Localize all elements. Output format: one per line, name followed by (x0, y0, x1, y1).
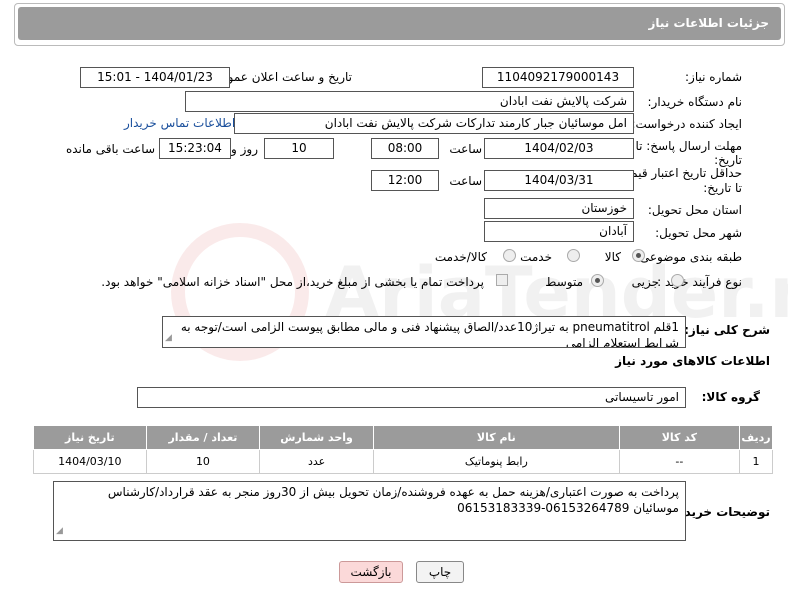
category-option-goods: کالا (604, 250, 621, 264)
goods-group-label: گروه کالا: (701, 390, 760, 404)
reply-deadline-label-1: مهلت ارسال پاسخ: تا (635, 139, 742, 153)
col-name: نام کالا (372, 425, 620, 450)
goods-group-field: امور تاسیساتی (137, 387, 686, 408)
remaining-label: ساعت باقی مانده (65, 142, 155, 156)
category-radio-service[interactable] (567, 249, 580, 262)
category-label: طبقه بندی موضوعی: (635, 250, 742, 264)
header-panel: جزئیات اطلاعات نیاز (14, 3, 785, 46)
cell-row: 1 (738, 449, 774, 474)
reply-time-field: 08:00 (371, 138, 439, 159)
cell-qty: 10 (145, 449, 261, 474)
col-date: تاریخ نیاز (33, 425, 147, 450)
cell-code: -- (618, 449, 740, 474)
process-option-minor: جزیی (631, 275, 659, 289)
table-row: 1 -- رابط پنوماتیک عدد 10 1404/03/10 (33, 449, 774, 474)
price-valid-time-field: 12:00 (371, 170, 439, 191)
province-field: خوزستان (484, 198, 634, 219)
col-row: ردیف (738, 425, 774, 450)
city-field: آبادان (484, 221, 634, 242)
reply-date-field: 1404/02/03 (484, 138, 634, 159)
description-text: 1قلم pneumatitrol به تیراژ10عدد/الصاق پی… (180, 320, 679, 348)
goods-table-header: ردیف کد کالا نام کالا واحد شمارش تعداد /… (33, 425, 774, 450)
buyer-contact-link[interactable]: اطلاعات تماس خریدار (124, 116, 235, 130)
process-radio-minor[interactable] (671, 274, 684, 287)
price-valid-date-field: 1404/03/31 (484, 170, 634, 191)
process-label: نوع فرآیند خرید : (657, 275, 742, 289)
description-label: شرح کلی نیاز: (684, 323, 770, 337)
treasury-payment-checkbox[interactable] (496, 274, 508, 286)
price-valid-label-1: حداقل تاریخ اعتبار قیمت: (615, 166, 742, 180)
process-radio-medium[interactable] (591, 274, 604, 287)
goods-table: ردیف کد کالا نام کالا واحد شمارش تعداد /… (33, 425, 774, 474)
notes-resize-grip-icon[interactable]: ◢ (56, 523, 63, 539)
cell-date: 1404/03/10 (33, 449, 147, 474)
city-label: شهر محل تحویل: (655, 226, 742, 240)
goods-section-title: اطلاعات کالاهای مورد نیاز (615, 354, 770, 368)
page-title: جزئیات اطلاعات نیاز (648, 16, 769, 30)
announce-datetime-field: 1404/01/23 - 15:01 (80, 67, 230, 88)
process-option-medium: متوسط (545, 275, 583, 289)
category-radio-goods[interactable] (632, 249, 645, 262)
cell-name: رابط پنوماتیک (372, 449, 620, 474)
print-button[interactable]: چاپ (416, 561, 464, 583)
buyer-notes-textarea[interactable]: پرداخت به صورت اعتباری/هزینه حمل به عهده… (53, 481, 686, 541)
days-label: روز و (231, 142, 258, 156)
requester-field: امل موسائیان جبار کارمند تدارکات شرکت پا… (234, 113, 634, 134)
province-label: استان محل تحویل: (647, 203, 742, 217)
reply-time-label: ساعت (449, 142, 482, 156)
col-qty: تعداد / مقدار (145, 425, 261, 450)
buyer-notes-text: پرداخت به صورت اعتباری/هزینه حمل به عهده… (107, 485, 679, 515)
resize-grip-icon[interactable]: ◢ (165, 330, 172, 346)
col-code: کد کالا (618, 425, 740, 450)
cell-unit: عدد (259, 449, 374, 474)
days-field: 10 (264, 138, 334, 159)
remaining-time-field: 15:23:04 (159, 138, 231, 159)
requester-label: ایجاد کننده درخواست: (631, 117, 742, 131)
category-option-goods-service: کالا/خدمت (434, 250, 487, 264)
reply-deadline-label-2: تاریخ: (714, 153, 742, 167)
back-button[interactable]: بازگشت (339, 561, 403, 583)
col-unit: واحد شمارش (259, 425, 374, 450)
category-option-service: خدمت (520, 250, 552, 264)
price-valid-label-2: تا تاریخ: (703, 181, 742, 195)
need-number-field: 1104092179000143 (482, 67, 634, 88)
header-bar: جزئیات اطلاعات نیاز (18, 7, 781, 40)
need-number-label: شماره نیاز: (685, 70, 742, 84)
description-textarea[interactable]: 1قلم pneumatitrol به تیراژ10عدد/الصاق پی… (162, 316, 686, 348)
buyer-org-label: نام دستگاه خریدار: (647, 95, 743, 109)
category-radio-goods-service[interactable] (503, 249, 516, 262)
payment-note: پرداخت تمام یا بخشی از مبلغ خرید،از محل … (101, 275, 484, 289)
buyer-org-field: شرکت پالایش نفت ابادان (185, 91, 634, 112)
price-valid-time-label: ساعت (449, 174, 482, 188)
